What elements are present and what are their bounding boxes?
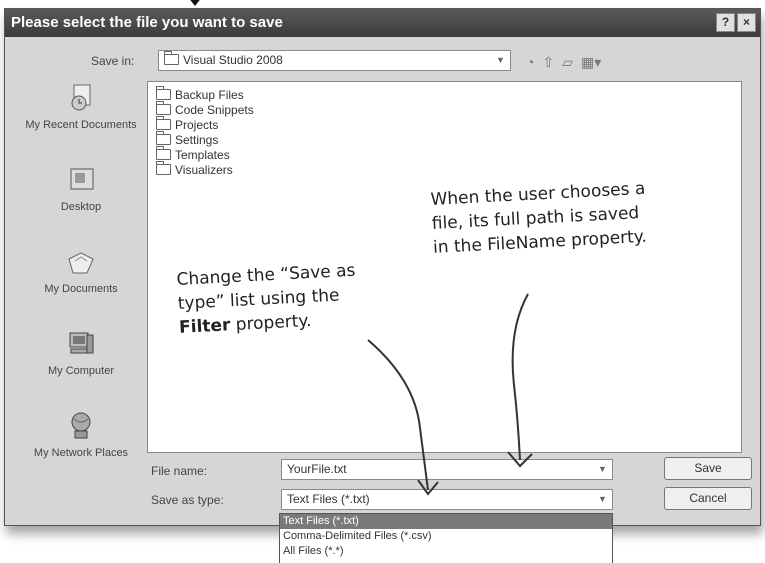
annotation-arrows xyxy=(367,293,533,496)
